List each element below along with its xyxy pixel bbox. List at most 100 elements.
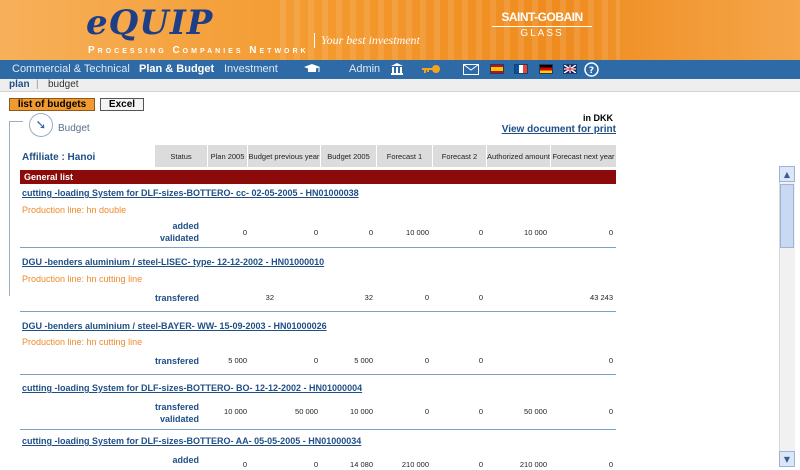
- column-status: Status: [154, 145, 207, 167]
- status-line: validated: [159, 233, 199, 243]
- cell-authorized-amount: 50 000: [524, 407, 547, 416]
- french-flag-icon[interactable]: [514, 64, 528, 74]
- saint-gobain-logo: SAINT-GOBAIN GLASS: [492, 10, 592, 46]
- column-forecast-2: Forecast 2: [432, 145, 486, 167]
- key-icon[interactable]: [420, 62, 442, 76]
- cell-forecast-next-year: 0: [608, 460, 613, 469]
- header-banner: eQUIP Processing Companies Network Your …: [0, 0, 800, 60]
- item-title-link[interactable]: cutting -loading System for DLF-sizes-BO…: [22, 436, 361, 446]
- cell-forecast-2: 0: [478, 460, 483, 469]
- scroll-down-button[interactable]: ▼: [779, 451, 795, 467]
- row-separator: [20, 311, 616, 312]
- english-flag-icon[interactable]: [563, 64, 577, 74]
- nav-commercial-technical[interactable]: Commercial & Technical: [12, 63, 130, 75]
- budget-section-bracket: [9, 121, 23, 296]
- item-title-link[interactable]: cutting -loading System for DLF-sizes-BO…: [22, 383, 362, 393]
- row-status: transfered: [99, 355, 199, 367]
- spanish-flag-icon[interactable]: [490, 64, 504, 74]
- cell-budget-2005: 5 000: [354, 356, 373, 365]
- cell-budget-previous-year: 0: [313, 228, 318, 237]
- column-budget-2005: Budget 2005: [320, 145, 376, 167]
- graduation-cap-icon[interactable]: [302, 62, 322, 76]
- cell-budget-previous-year: 0: [313, 356, 318, 365]
- row-separator: [20, 247, 616, 248]
- cell-budget-previous-year: 50 000: [295, 407, 318, 416]
- status-line: added: [172, 455, 199, 465]
- equip-logo[interactable]: eQUIP: [86, 3, 213, 43]
- logo-subtitle: Processing Companies Network: [88, 45, 309, 56]
- cell-plan-2005: 0: [242, 228, 247, 237]
- svg-text:?: ?: [588, 66, 593, 76]
- main-nav: Commercial & Technical Plan & Budget Inv…: [0, 60, 800, 79]
- cell-authorized-amount: 10 000: [524, 228, 547, 237]
- row-separator: [20, 374, 616, 375]
- brand-top: SAINT-GOBAIN: [501, 10, 583, 24]
- view-print-link[interactable]: View document for print: [502, 124, 616, 135]
- scroll-up-button[interactable]: ▲: [779, 166, 795, 182]
- cell-budget-2005: 10 000: [350, 407, 373, 416]
- breadcrumb-plan[interactable]: plan: [9, 79, 30, 90]
- cell-plan-2005: 10 000: [224, 407, 247, 416]
- cell-forecast-2: 0: [478, 293, 483, 302]
- excel-button[interactable]: Excel: [100, 98, 144, 111]
- column-plan-2005: Plan 2005: [207, 145, 247, 167]
- column-forecast-1: Forecast 1: [376, 145, 432, 167]
- column-budget-previous-year: Budget previous year: [247, 145, 320, 167]
- status-line: added: [172, 221, 199, 231]
- cell-forecast-next-year: 0: [608, 356, 613, 365]
- row-status: transfered: [99, 292, 199, 304]
- cell-forecast-next-year: 0: [608, 228, 613, 237]
- cell-forecast-next-year: 0: [608, 407, 613, 416]
- mail-icon[interactable]: [462, 62, 480, 76]
- bank-icon[interactable]: [390, 62, 404, 76]
- cell-forecast-1: 0: [424, 407, 429, 416]
- budget-arrow-icon: ➘: [29, 113, 53, 137]
- item-title-link[interactable]: DGU -benders aluminium / steel-BAYER- WW…: [22, 321, 327, 331]
- column-forecast-next-year: Forecast next year: [550, 145, 616, 167]
- list-of-budgets-button[interactable]: list of budgets: [9, 98, 95, 111]
- cell-forecast-2: 0: [478, 228, 483, 237]
- production-line: Production line: hn double: [22, 205, 127, 215]
- nav-plan-budget[interactable]: Plan & Budget: [139, 63, 214, 75]
- breadcrumb-budget[interactable]: budget: [48, 79, 79, 90]
- nav-admin[interactable]: Admin: [349, 63, 380, 75]
- cell-plan-2005: 32: [265, 293, 274, 302]
- status-line: validated: [159, 414, 199, 424]
- general-list-header: General list: [20, 170, 616, 184]
- cell-forecast-1: 0: [424, 293, 429, 302]
- column-authorized-amount: Authorized amount: [486, 145, 550, 167]
- german-flag-icon[interactable]: [539, 64, 553, 74]
- production-line: Production line: hn cutting line: [22, 337, 143, 347]
- status-line: transfered: [154, 402, 199, 412]
- status-line: transfered: [154, 293, 199, 303]
- cell-forecast-1: 10 000: [406, 228, 429, 237]
- row-status: added: [99, 454, 199, 466]
- nav-investment[interactable]: Investment: [224, 63, 278, 75]
- row-status: transfered validated: [99, 401, 199, 425]
- cell-forecast-next-year: 43 243: [590, 293, 613, 302]
- breadcrumb-separator: |: [36, 79, 39, 90]
- currency-label: in DKK: [583, 113, 613, 123]
- item-title-link[interactable]: cutting -loading System for DLF-sizes-BO…: [22, 188, 359, 198]
- row-status: added validated: [99, 220, 199, 244]
- breadcrumb: plan | budget: [0, 79, 800, 92]
- production-line: Production line: hn cutting line: [22, 274, 143, 284]
- cell-plan-2005: 0: [242, 460, 247, 469]
- cell-forecast-2: 0: [478, 407, 483, 416]
- budget-title: Budget: [58, 123, 90, 134]
- cell-budget-2005: 32: [364, 293, 373, 302]
- item-title-link[interactable]: DGU -benders aluminium / steel-LISEC- ty…: [22, 257, 324, 267]
- cell-budget-2005: 0: [368, 228, 373, 237]
- cell-budget-2005: 14 080: [350, 460, 373, 469]
- cell-forecast-1: 210 000: [401, 460, 429, 469]
- affiliate-label: Affiliate : Hanoi: [22, 152, 96, 163]
- cell-authorized-amount: 210 000: [519, 460, 547, 469]
- cell-budget-previous-year: 0: [313, 460, 318, 469]
- cell-forecast-1: 0: [424, 356, 429, 365]
- cell-forecast-2: 0: [478, 356, 483, 365]
- scroll-thumb[interactable]: [780, 184, 794, 248]
- row-separator: [20, 429, 616, 430]
- help-icon[interactable]: ?: [583, 61, 599, 77]
- tagline: Your best investment: [314, 33, 420, 48]
- cell-plan-2005: 5 000: [228, 356, 247, 365]
